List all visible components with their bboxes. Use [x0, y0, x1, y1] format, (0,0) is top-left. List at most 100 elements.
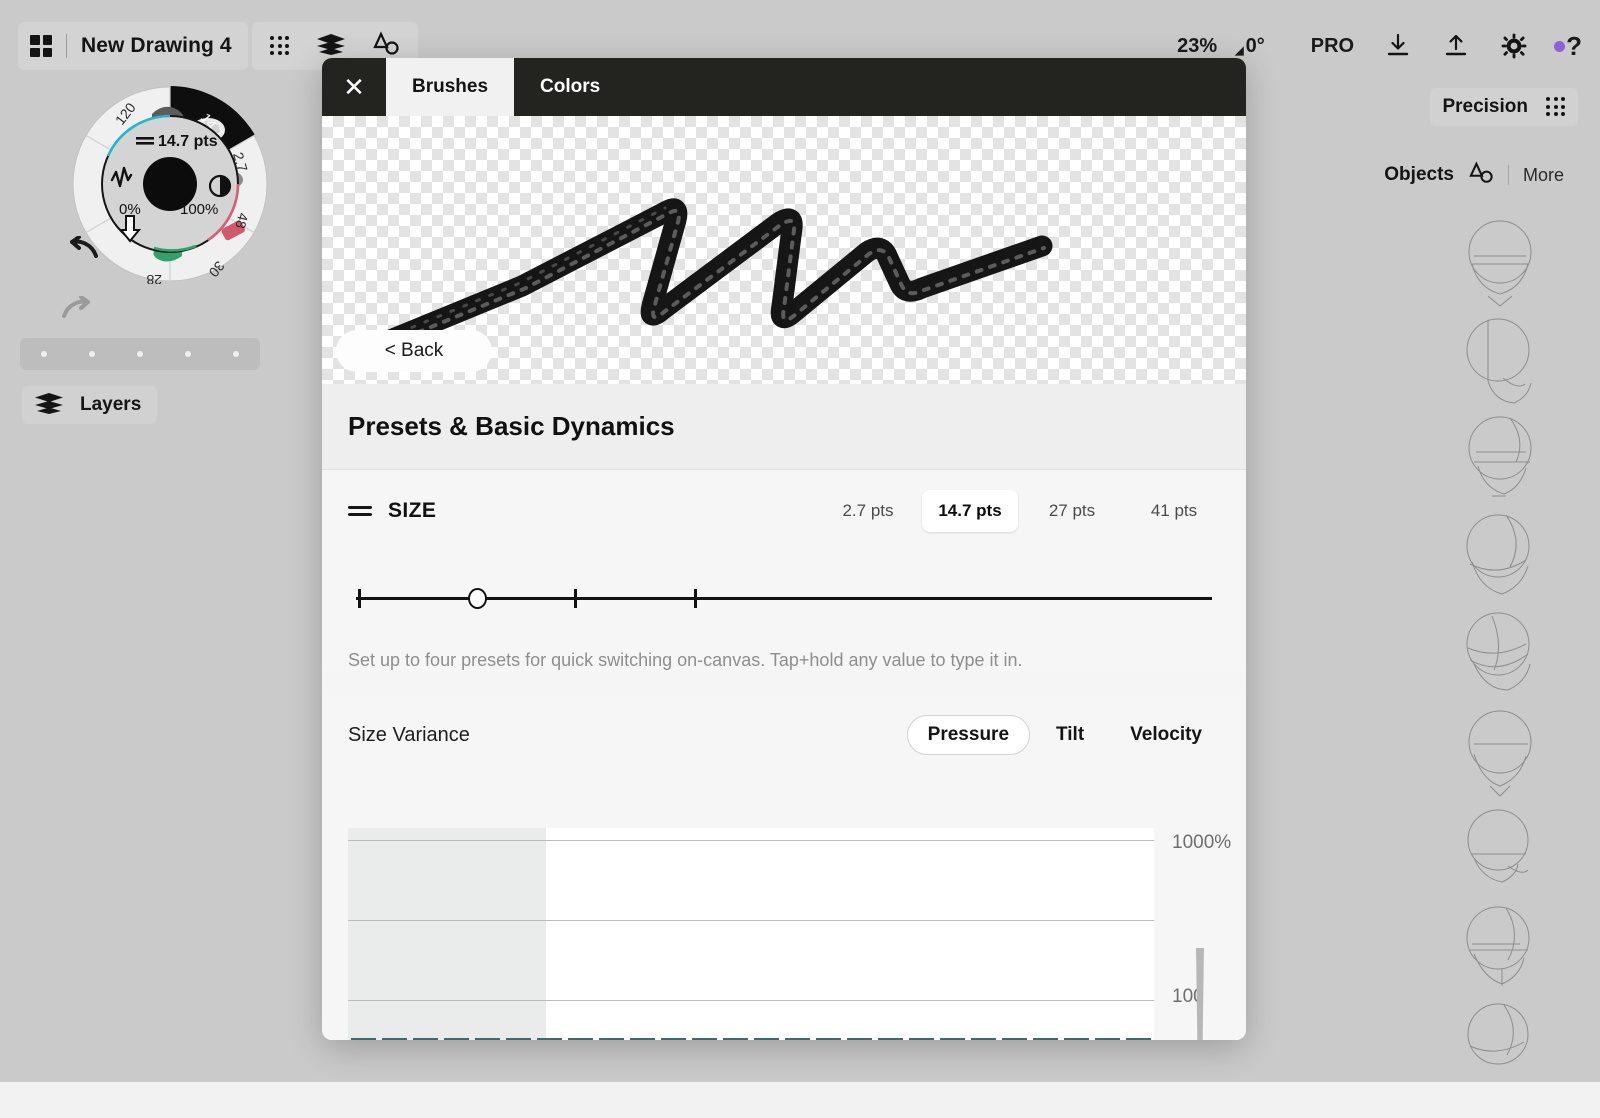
chart-bar: [847, 1038, 872, 1040]
chart-bar-cap: [1002, 1038, 1027, 1040]
chart-bar-cap: [723, 1038, 748, 1040]
head-sketch-thumbnail[interactable]: [1448, 408, 1558, 506]
brush-size-wheel[interactable]: 120 14.7 2.7 48 30 28 14.7 pts 0% 100%: [32, 78, 268, 338]
size-variance-label: Size Variance: [348, 723, 470, 746]
chart-bar: [1126, 1038, 1151, 1040]
head-sketch-thumbnail[interactable]: [1448, 800, 1558, 898]
slider-knob[interactable]: [468, 588, 487, 609]
section-header: Presets & Basic Dynamics: [322, 384, 1246, 470]
layers-stack-icon[interactable]: [316, 33, 346, 60]
chart-bar-cap: [413, 1038, 438, 1040]
upload-icon[interactable]: [1442, 32, 1470, 60]
chart-bar: [475, 1038, 500, 1040]
app-root: New Drawing 4 23% ◢ 0° PRO ? 120 14.7 2.…: [0, 0, 1600, 1118]
chart-bar: [1064, 1038, 1089, 1040]
variance-option-tilt[interactable]: Tilt: [1036, 715, 1104, 755]
document-menu[interactable]: New Drawing 4: [18, 22, 248, 70]
divider: [1507, 165, 1509, 185]
chart-bar: [661, 1038, 686, 1040]
size-preset-3[interactable]: 27 pts: [1024, 490, 1120, 532]
chart-bar: [723, 1038, 748, 1040]
chart-bar-cap: [382, 1038, 407, 1040]
svg-text:100%: 100%: [180, 201, 218, 218]
layers-stack-icon: [34, 392, 64, 419]
chart-ytick-label: 1000%: [1172, 832, 1232, 853]
layers-button[interactable]: Layers: [22, 386, 158, 424]
brush-stroke-preview[interactable]: < Back: [322, 116, 1246, 384]
chart-bar: [692, 1038, 717, 1040]
grid-4-squares-icon[interactable]: [30, 35, 52, 57]
drag-handle-icon[interactable]: [348, 506, 372, 516]
page-dot[interactable]: [233, 351, 239, 357]
head-sketch-thumbnail[interactable]: [1448, 702, 1558, 800]
head-sketch-thumbnail[interactable]: [1448, 506, 1558, 604]
size-preset-2[interactable]: 14.7 pts: [922, 490, 1018, 532]
chart-bar: [971, 1038, 996, 1040]
layers-label: Layers: [80, 394, 142, 415]
head-sketch-thumbnail[interactable]: [1448, 604, 1558, 702]
brush-taper-preview: [1196, 948, 1204, 1040]
size-variance-chart[interactable]: 1000% 100: [322, 772, 1246, 1040]
head-sketch-thumbnail[interactable]: [1448, 212, 1558, 310]
size-preset-4[interactable]: 41 pts: [1126, 490, 1222, 532]
chart-bar-cap: [754, 1038, 779, 1040]
download-icon[interactable]: [1384, 32, 1412, 60]
close-button[interactable]: ✕: [322, 58, 386, 116]
back-button[interactable]: < Back: [336, 330, 492, 372]
dots-grid-icon[interactable]: [1546, 97, 1566, 117]
variance-option-velocity[interactable]: Velocity: [1110, 715, 1222, 755]
head-sketch-thumbnail[interactable]: [1448, 898, 1558, 996]
variance-option-group: Pressure Tilt Velocity: [906, 715, 1222, 755]
transform-node-icon[interactable]: [1468, 160, 1494, 190]
dots-grid-icon[interactable]: [270, 36, 290, 56]
section-title: Presets & Basic Dynamics: [348, 411, 675, 441]
chart-bar-cap: [444, 1038, 469, 1040]
page-dot[interactable]: [185, 351, 191, 357]
brush-wheel-graphic[interactable]: 120 14.7 2.7 48 30 28 14.7 pts 0% 100%: [70, 84, 270, 284]
page-dot[interactable]: [137, 351, 143, 357]
chart-bar: [599, 1038, 624, 1040]
chart-bar: [878, 1038, 903, 1040]
page-dot[interactable]: [41, 351, 47, 357]
zoom-level[interactable]: 23%: [1177, 35, 1217, 58]
chart-bar-cap: [816, 1038, 841, 1040]
size-preset-1[interactable]: 2.7 pts: [820, 490, 916, 532]
chart-y-axis: 1000% 100: [1154, 828, 1240, 1040]
chart-bar: [382, 1038, 407, 1040]
transform-node-icon[interactable]: [372, 30, 400, 62]
variance-option-pressure[interactable]: Pressure: [906, 715, 1031, 755]
gear-icon[interactable]: [1500, 32, 1528, 60]
canvas-bottom-strip: [0, 1082, 1600, 1118]
chart-bar-cap: [661, 1038, 686, 1040]
objects-label: Objects: [1384, 164, 1454, 185]
chart-bar-cap: [1033, 1038, 1058, 1040]
page-dot[interactable]: [89, 351, 95, 357]
size-slider[interactable]: [322, 552, 1246, 648]
chart-bar: [444, 1038, 469, 1040]
page-dots-indicator[interactable]: [20, 338, 260, 370]
help-button[interactable]: ?: [1554, 33, 1582, 59]
rotation-text: 0°: [1245, 34, 1265, 57]
brush-settings-modal: ✕ Brushes Colors < Back Presets & Basic …: [322, 58, 1246, 1040]
head-sketch-thumbnail[interactable]: [1448, 310, 1558, 408]
slider-tick: [358, 589, 361, 608]
modal-header: ✕ Brushes Colors: [322, 58, 1246, 116]
more-button[interactable]: More: [1523, 165, 1564, 186]
pro-badge[interactable]: PRO: [1311, 35, 1354, 58]
chart-bar: [537, 1038, 562, 1040]
head-sketch-thumbnail[interactable]: [1448, 996, 1558, 1094]
redo-arrow-icon[interactable]: [60, 295, 94, 330]
size-preset-group: 2.7 pts 14.7 pts 27 pts 41 pts: [820, 490, 1222, 532]
chart-bar: [568, 1038, 593, 1040]
tab-colors[interactable]: Colors: [514, 58, 626, 116]
size-variance-row: Size Variance Pressure Tilt Velocity: [322, 695, 1246, 775]
rotation-value[interactable]: ◢ 0°: [1235, 35, 1265, 58]
objects-list[interactable]: [1448, 212, 1558, 1094]
chart-plot[interactable]: [348, 828, 1154, 1040]
size-label: SIZE: [388, 499, 437, 522]
slider-tick: [574, 589, 577, 608]
close-x-icon: ✕: [343, 72, 365, 102]
tab-brushes[interactable]: Brushes: [386, 58, 515, 116]
chart-bar: [1033, 1038, 1058, 1040]
precision-button[interactable]: Precision: [1430, 88, 1578, 126]
